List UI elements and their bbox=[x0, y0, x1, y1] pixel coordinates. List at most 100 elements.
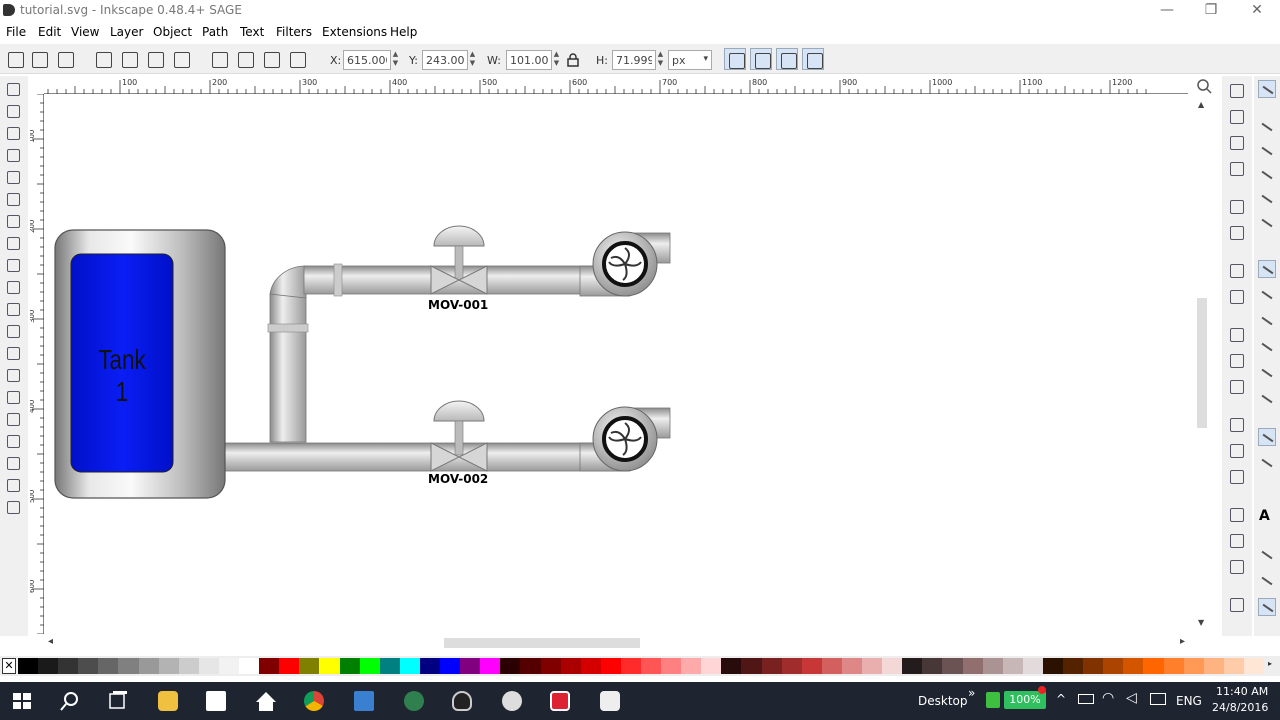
menu-edit[interactable]: Edit bbox=[38, 25, 61, 39]
snap-cusp-nodes-icon[interactable] bbox=[1258, 338, 1276, 356]
clock-date[interactable]: 24/8/2016 bbox=[1212, 701, 1268, 714]
import-icon[interactable] bbox=[1228, 198, 1246, 216]
palette-swatch[interactable] bbox=[198, 658, 220, 674]
spiral-tool-icon[interactable] bbox=[4, 278, 22, 296]
unlink-clone-icon[interactable] bbox=[1228, 558, 1246, 576]
minimize-button[interactable]: — bbox=[1144, 0, 1190, 22]
palette-swatch[interactable] bbox=[1083, 658, 1104, 674]
snap-bbox-icon[interactable] bbox=[1258, 118, 1276, 136]
vertical-ruler[interactable]: 100 200 300 400 500 600 bbox=[30, 94, 44, 634]
palette-swatch[interactable] bbox=[1183, 658, 1205, 674]
palette-swatch[interactable] bbox=[58, 658, 79, 674]
menu-path[interactable]: Path bbox=[202, 25, 228, 39]
new-document-icon[interactable] bbox=[1228, 82, 1246, 100]
palette-swatch[interactable] bbox=[138, 658, 160, 674]
snap-bbox-midpoints-icon[interactable] bbox=[1258, 190, 1276, 208]
shield-icon[interactable] bbox=[986, 692, 1000, 708]
palette-swatch[interactable] bbox=[1243, 658, 1265, 674]
palette-swatch[interactable] bbox=[841, 658, 863, 674]
unit-select[interactable]: px ▾ bbox=[668, 50, 712, 70]
palette-swatch[interactable] bbox=[118, 658, 140, 674]
palette-swatch[interactable] bbox=[520, 658, 541, 674]
maximize-button[interactable]: ❐ bbox=[1188, 0, 1234, 22]
palette-swatch[interactable] bbox=[178, 658, 200, 674]
star-tool-icon[interactable] bbox=[4, 256, 22, 274]
tank-label[interactable]: Tank 1 bbox=[93, 344, 151, 408]
home-icon[interactable] bbox=[252, 688, 280, 714]
palette-swatch[interactable] bbox=[218, 658, 240, 674]
palette-swatch[interactable] bbox=[1163, 658, 1185, 674]
palette-swatch[interactable] bbox=[480, 658, 501, 674]
undo-icon[interactable] bbox=[1228, 262, 1246, 280]
h-spinner[interactable]: ▲ ▼ bbox=[656, 50, 665, 70]
palette-swatch[interactable] bbox=[158, 658, 180, 674]
vertical-scroll-thumb[interactable] bbox=[1197, 298, 1207, 428]
zoom-page-icon[interactable] bbox=[1228, 468, 1246, 486]
print-icon[interactable] bbox=[1228, 160, 1246, 178]
volume-icon[interactable]: ◁ bbox=[1126, 690, 1137, 706]
flip-vertical-icon[interactable] bbox=[170, 48, 192, 70]
pen-tool-icon[interactable] bbox=[4, 322, 22, 340]
palette-swatch[interactable] bbox=[962, 658, 984, 674]
desktop-toolbar-label[interactable]: Desktop bbox=[918, 694, 968, 708]
selector-tool-icon[interactable] bbox=[4, 80, 22, 98]
copy-icon[interactable] bbox=[1228, 326, 1246, 344]
scroll-right-icon[interactable]: ▸ bbox=[1180, 636, 1185, 647]
palette-swatch[interactable] bbox=[1223, 658, 1245, 674]
close-button[interactable]: ✕ bbox=[1234, 0, 1280, 22]
menu-text[interactable]: Text bbox=[240, 25, 264, 39]
palette-swatch[interactable] bbox=[721, 658, 742, 674]
paste-icon[interactable] bbox=[1228, 378, 1246, 396]
snap-text-baseline-icon[interactable]: A bbox=[1259, 508, 1270, 524]
no-paint-swatch-icon[interactable]: ✕ bbox=[2, 658, 16, 674]
chevron-up-icon[interactable]: ^ bbox=[1056, 692, 1066, 706]
palette-swatch[interactable] bbox=[600, 658, 622, 674]
palette-swatch[interactable] bbox=[500, 658, 521, 674]
snap-paths-icon[interactable] bbox=[1258, 286, 1276, 304]
snap-grids-icon[interactable] bbox=[1258, 572, 1276, 590]
palette-swatch[interactable] bbox=[540, 658, 562, 674]
palette-swatch[interactable] bbox=[1103, 658, 1124, 674]
app-red-icon[interactable] bbox=[546, 688, 574, 714]
search-icon[interactable] bbox=[56, 688, 84, 714]
palette-swatch[interactable] bbox=[681, 658, 702, 674]
move-patterns-icon[interactable] bbox=[802, 48, 824, 70]
power-icon[interactable] bbox=[1078, 694, 1094, 704]
group-icon[interactable] bbox=[1228, 596, 1246, 614]
ellipse-tool-icon[interactable] bbox=[4, 234, 22, 252]
snap-guides-icon[interactable] bbox=[1258, 598, 1276, 616]
app-green-icon[interactable] bbox=[400, 688, 428, 714]
move-gradients-icon[interactable] bbox=[776, 48, 798, 70]
spray-tool-icon[interactable] bbox=[4, 388, 22, 406]
palette-swatch[interactable] bbox=[982, 658, 1004, 674]
app-gray-icon[interactable] bbox=[498, 688, 526, 714]
palette-swatch[interactable] bbox=[741, 658, 763, 674]
x-input[interactable] bbox=[343, 50, 391, 70]
scroll-down-icon[interactable]: ▼ bbox=[1198, 618, 1204, 627]
rotate-ccw-icon[interactable] bbox=[92, 48, 114, 70]
lower-to-bottom-icon[interactable] bbox=[286, 48, 308, 70]
zoom-selection-icon[interactable] bbox=[1228, 416, 1246, 434]
rectangle-tool-icon[interactable] bbox=[4, 190, 22, 208]
palette-swatch[interactable] bbox=[862, 658, 883, 674]
x-spinner[interactable]: ▲ ▼ bbox=[391, 50, 400, 70]
snap-toggle-icon[interactable] bbox=[1258, 80, 1276, 98]
pencil-tool-icon[interactable] bbox=[4, 300, 22, 318]
scroll-left-icon[interactable]: ◂ bbox=[48, 636, 53, 647]
palette-swatch[interactable] bbox=[902, 658, 923, 674]
y-spinner[interactable]: ▲ ▼ bbox=[468, 50, 477, 70]
palette-swatch[interactable] bbox=[1022, 658, 1044, 674]
select-all-layers-icon[interactable] bbox=[28, 48, 50, 70]
inkscape-task-icon[interactable] bbox=[448, 688, 476, 714]
palette-swatch[interactable] bbox=[882, 658, 903, 674]
text-tool-icon[interactable] bbox=[4, 366, 22, 384]
scale-stroke-icon[interactable] bbox=[724, 48, 746, 70]
snap-object-centers-icon[interactable] bbox=[1258, 428, 1276, 446]
windows-start-icon[interactable] bbox=[8, 688, 36, 714]
zoom-drawing-icon[interactable] bbox=[1228, 442, 1246, 460]
palette-swatch[interactable] bbox=[1002, 658, 1024, 674]
snap-intersections-icon[interactable] bbox=[1258, 312, 1276, 330]
palette-swatch[interactable] bbox=[359, 658, 381, 674]
chevron-right-icon[interactable]: » bbox=[968, 686, 975, 700]
deselect-icon[interactable] bbox=[54, 48, 76, 70]
